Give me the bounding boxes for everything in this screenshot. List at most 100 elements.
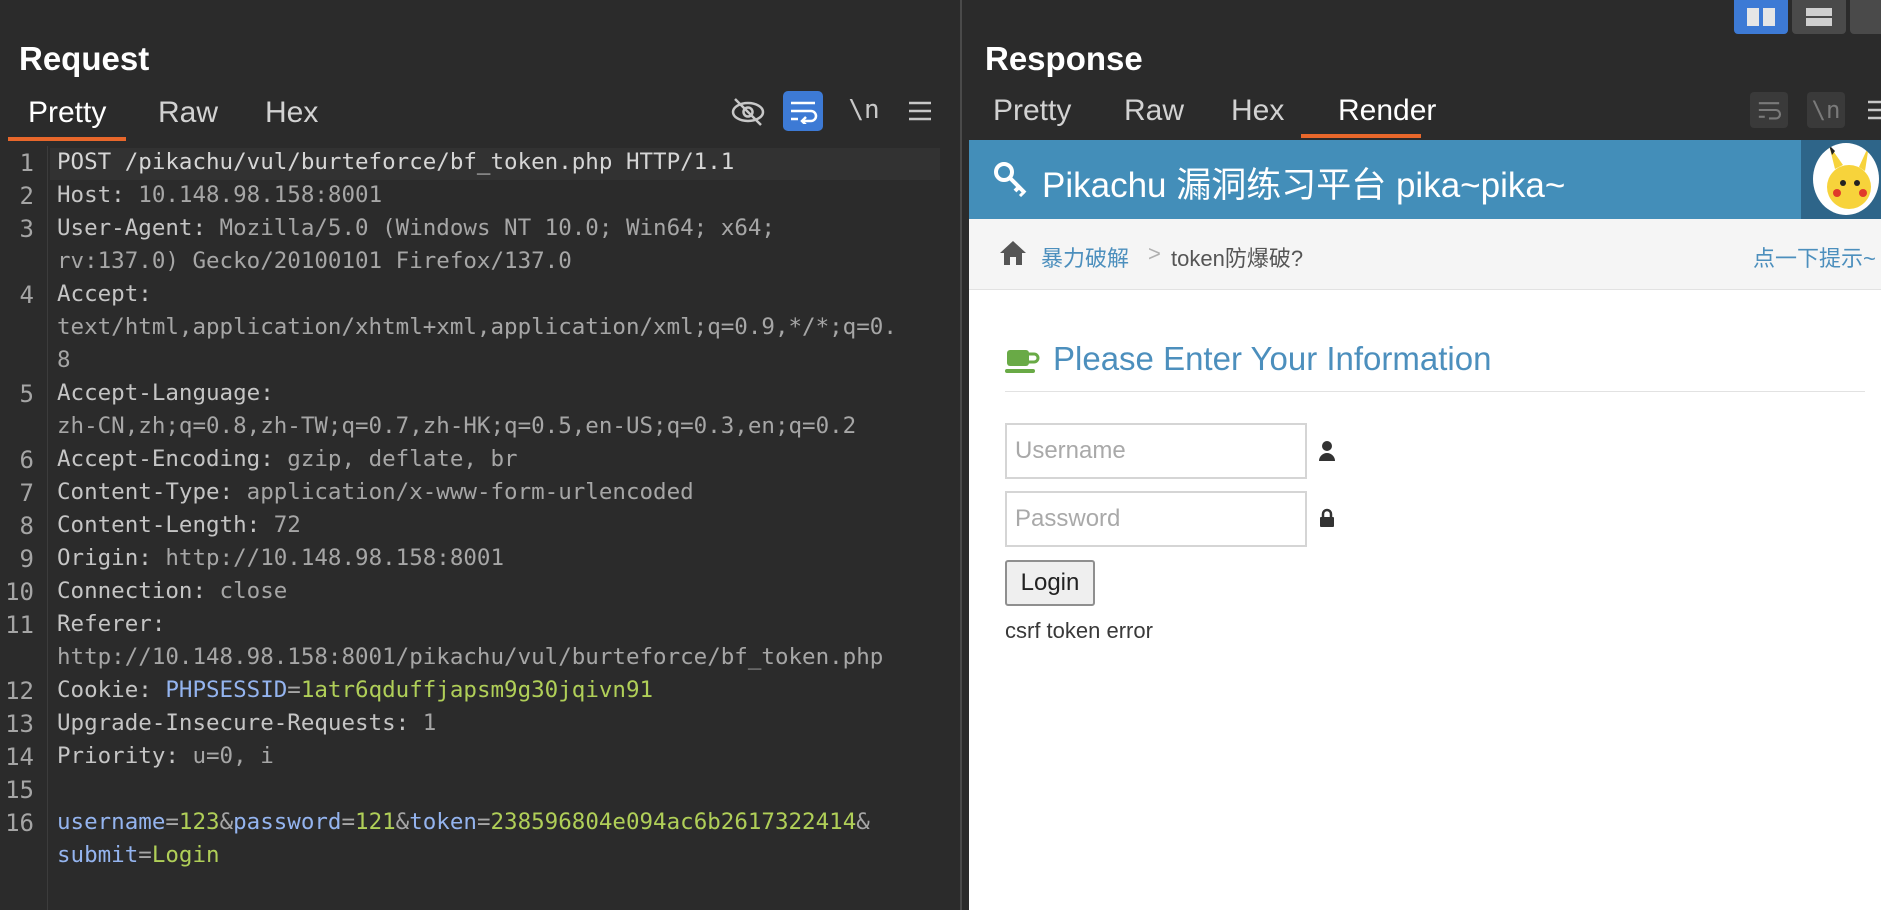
coffee-cup-icon xyxy=(1005,346,1041,381)
header-name: Accept-Encoding: xyxy=(57,446,274,472)
line-number-gutter: 1 2 3 4 5 6 7 8 9 10 11 12 13 14 15 16 xyxy=(0,146,48,910)
site-title[interactable]: Pikachu 漏洞练习平台 pika~pika~ xyxy=(1042,157,1565,208)
line-number: 12 xyxy=(5,677,34,705)
header-value: 1 xyxy=(409,710,437,736)
menu-icon[interactable] xyxy=(900,91,940,131)
header-value: http://10.148.98.158:8001 xyxy=(151,545,505,571)
layout-side-by-side-icon[interactable] xyxy=(1734,0,1788,34)
header-value-wrap: http://10.148.98.158:8001/pikachu/vul/bu… xyxy=(57,644,884,670)
header-name: User-Agent: xyxy=(57,215,207,241)
response-title: Response xyxy=(985,40,1143,77)
rendered-page: Pikachu 漏洞练习平台 pika~pika~ 暴力破解 > token防爆… xyxy=(969,140,1881,910)
breadcrumb-separator: > xyxy=(1148,241,1161,266)
site-header: Pikachu 漏洞练习平台 pika~pika~ xyxy=(969,140,1881,219)
header-name: Host: xyxy=(57,182,125,208)
form-title: Please Enter Your Information xyxy=(1053,340,1492,377)
cookie-name: PHPSESSID xyxy=(151,677,288,703)
request-tab-hex[interactable]: Hex xyxy=(265,96,318,130)
request-tab-active-underline xyxy=(8,137,126,141)
word-wrap-icon[interactable] xyxy=(783,91,823,131)
request-editor[interactable]: 1 2 3 4 5 6 7 8 9 10 11 12 13 14 15 16 P… xyxy=(0,146,958,910)
hint-link[interactable]: 点一下提示~ xyxy=(1753,241,1876,273)
header-value: Mozilla/5.0 (Windows NT 10.0; Win64; x64… xyxy=(206,215,775,241)
header-accept-language: Accept-Language: xyxy=(57,380,274,406)
header-user-agent: User-Agent: Mozilla/5.0 (Windows NT 10.0… xyxy=(57,215,775,241)
response-tab-render[interactable]: Render xyxy=(1338,94,1436,128)
header-value: 72 xyxy=(260,512,301,538)
header-referer: Referer: xyxy=(57,611,166,637)
request-body: username=123&password=121&token=23859680… xyxy=(57,809,870,835)
header-accept-encoding: Accept-Encoding: gzip, deflate, br xyxy=(57,446,518,472)
header-upgrade-insecure-requests: Upgrade-Insecure-Requests: 1 xyxy=(57,710,436,736)
newline-toggle-icon[interactable]: \n xyxy=(844,90,884,130)
request-line: POST /pikachu/vul/burteforce/bf_token.ph… xyxy=(57,149,735,175)
line-number: 10 xyxy=(5,578,34,606)
header-cookie: Cookie: PHPSESSID=1atr6qduffjapsm9g30jqi… xyxy=(57,677,653,703)
header-value: u=0, i xyxy=(178,743,274,769)
form-divider xyxy=(1005,391,1865,392)
header-user-area[interactable] xyxy=(1801,140,1881,219)
response-tab-raw[interactable]: Raw xyxy=(1124,94,1184,128)
layout-tabs-icon[interactable] xyxy=(1850,0,1881,34)
ampersand: & xyxy=(856,809,870,835)
line-number: 2 xyxy=(19,182,34,210)
line-number: 7 xyxy=(19,479,34,507)
header-value: close xyxy=(206,578,288,604)
login-button[interactable]: Login xyxy=(1005,560,1095,606)
password-input[interactable] xyxy=(1005,491,1307,547)
response-tab-pretty[interactable]: Pretty xyxy=(993,94,1071,128)
response-tab-active-underline xyxy=(1301,134,1421,138)
request-panel: Request Pretty Raw Hex \n 1 2 3 4 5 6 7 … xyxy=(0,0,960,910)
param-name: token xyxy=(409,809,477,835)
line-number: 15 xyxy=(5,776,34,804)
param-value: 238596804e094ac6b2617322414 xyxy=(490,809,857,835)
line-number: 6 xyxy=(19,446,34,474)
param-name: password xyxy=(233,809,342,835)
newline-toggle-icon[interactable]: \n xyxy=(1807,92,1845,128)
breadcrumb-section-link[interactable]: 暴力破解 xyxy=(1041,241,1129,273)
equals-sign: = xyxy=(165,809,179,835)
header-name: Content-Length: xyxy=(57,512,261,538)
layout-stacked-icon[interactable] xyxy=(1792,0,1846,34)
header-name: Upgrade-Insecure-Requests: xyxy=(57,710,410,736)
request-tab-raw[interactable]: Raw xyxy=(158,96,218,130)
header-host: Host: 10.148.98.158:8001 xyxy=(57,182,382,208)
header-name: Content-Type: xyxy=(57,479,234,505)
word-wrap-icon[interactable] xyxy=(1750,92,1788,128)
header-name: Cookie: xyxy=(57,677,152,703)
avatar[interactable] xyxy=(1813,143,1879,215)
key-icon xyxy=(993,161,1029,202)
line-number: 13 xyxy=(5,710,34,738)
menu-icon[interactable] xyxy=(1862,92,1881,128)
line-number: 3 xyxy=(19,215,34,243)
line-number: 9 xyxy=(19,545,34,573)
equals-sign: = xyxy=(138,842,152,868)
header-content-type: Content-Type: application/x-www-form-url… xyxy=(57,479,694,505)
header-origin: Origin: http://10.148.98.158:8001 xyxy=(57,545,504,571)
request-tab-pretty[interactable]: Pretty xyxy=(28,96,106,130)
header-name: Origin: xyxy=(57,545,152,571)
header-name: Priority: xyxy=(57,743,179,769)
username-input[interactable] xyxy=(1005,423,1307,479)
equals-sign: = xyxy=(341,809,356,835)
home-icon[interactable] xyxy=(999,240,1027,271)
line-number: 5 xyxy=(19,380,34,408)
line-number: 11 xyxy=(5,611,34,639)
equals-sign: = xyxy=(476,809,491,835)
param-name: username xyxy=(57,809,166,835)
response-tab-hex[interactable]: Hex xyxy=(1231,94,1284,128)
header-accept: Accept: xyxy=(57,281,152,307)
line-number: 16 xyxy=(5,809,34,837)
header-content-length: Content-Length: 72 xyxy=(57,512,301,538)
user-icon xyxy=(1318,440,1336,467)
hide-eye-icon[interactable] xyxy=(728,92,768,132)
cookie-value: 1atr6qduffjapsm9g30jqivn91 xyxy=(300,677,654,703)
line-number: 8 xyxy=(19,512,34,540)
breadcrumb: 暴力破解 > token防爆破? 点一下提示~ xyxy=(969,219,1881,290)
request-body-wrap: submit=Login xyxy=(57,842,220,868)
header-value: gzip, deflate, br xyxy=(273,446,518,472)
breadcrumb-current: token防爆破? xyxy=(1171,246,1304,271)
line-number: 4 xyxy=(19,281,34,309)
request-title: Request xyxy=(19,40,150,77)
header-value-wrap: rv:137.0) Gecko/20100101 Firefox/137.0 xyxy=(57,248,572,274)
